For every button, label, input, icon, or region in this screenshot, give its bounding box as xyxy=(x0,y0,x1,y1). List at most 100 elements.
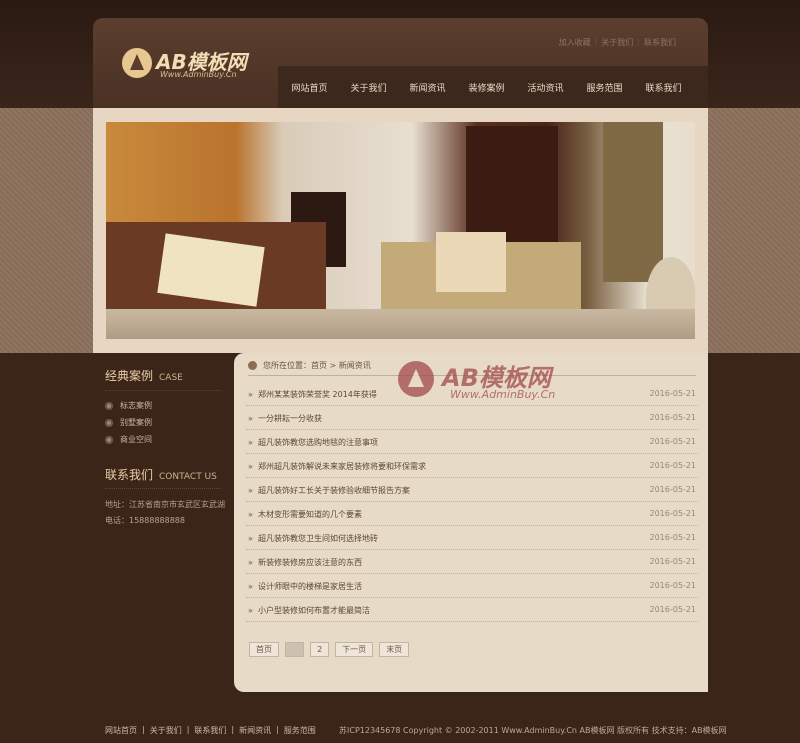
news-title[interactable]: 超凡装饰教您卫生间如何选择地砖 xyxy=(258,533,378,544)
news-title[interactable]: 郑州超凡装饰解说未来家居装修将要和环保需求 xyxy=(258,461,426,472)
first-page-button[interactable]: 首页 xyxy=(249,642,279,657)
breadcrumb-text: 您所在位置：首页 > 新闻资讯 xyxy=(263,361,371,370)
last-page-button[interactable]: 末页 xyxy=(379,642,410,657)
news-date: 2016-05-21 xyxy=(649,605,697,614)
header: AB模板网 Www.AdminBuy.Cn 加入收藏 | 关于我们 | 联系我们… xyxy=(93,18,708,108)
top-links: 加入收藏 | 关于我们 | 联系我们 xyxy=(559,37,676,48)
logo-mark-icon xyxy=(122,48,152,78)
list-item[interactable]: » 新装修装修房应该注意的东西 2016-05-21 xyxy=(246,550,698,574)
toplink-contact[interactable]: 联系我们 xyxy=(644,37,676,48)
nav-services[interactable]: 服务范围 xyxy=(575,81,634,94)
list-item[interactable]: » 超凡装饰教您卫生间如何选择地砖 2016-05-21 xyxy=(246,526,698,550)
watermark: AB模板网 Www.AdminBuy.Cn xyxy=(398,346,598,416)
location-icon xyxy=(248,361,257,370)
news-date: 2016-05-21 xyxy=(649,557,697,566)
nav-about[interactable]: 关于我们 xyxy=(339,81,398,94)
list-item[interactable]: » 设计师眼中的楼梯是家居生活 2016-05-21 xyxy=(246,574,698,598)
news-title[interactable]: 超凡装饰好工长关于装修验收细节报告方案 xyxy=(258,485,410,496)
case-label: 标志案例 xyxy=(120,401,152,410)
case-item[interactable]: 别墅案例 xyxy=(105,417,152,428)
watermark-subtitle: Www.AdminBuy.Cn xyxy=(450,388,556,401)
bullet-icon xyxy=(105,435,113,444)
list-item[interactable]: » 郑州超凡装饰解说未来家居装修将要和环保需求 2016-05-21 xyxy=(246,454,698,478)
logo[interactable]: AB模板网 Www.AdminBuy.Cn xyxy=(122,46,252,86)
news-date: 2016-05-21 xyxy=(649,581,697,590)
news-date: 2016-05-21 xyxy=(649,461,697,470)
footer-link-news[interactable]: 新闻资讯 xyxy=(239,725,271,736)
photo-curtain xyxy=(603,122,663,282)
list-item[interactable]: » 小户型装修如何布置才能最简洁 2016-05-21 xyxy=(246,598,698,622)
news-date: 2016-05-21 xyxy=(649,485,697,494)
watermark-logo-icon xyxy=(398,361,434,397)
nav-home[interactable]: 网站首页 xyxy=(280,81,339,94)
list-item[interactable]: » 超凡装饰教您选购地毯的注意事项 2016-05-21 xyxy=(246,430,698,454)
photo-cushion-right xyxy=(436,232,506,292)
news-title[interactable]: 郑州某某装饰荣誉奖 2014年获得 xyxy=(258,389,377,400)
bullet-icon xyxy=(105,401,113,410)
double-chevron-icon: » xyxy=(248,462,253,471)
contact-heading: 联系我们 CONTACT US xyxy=(105,466,217,483)
double-chevron-icon: » xyxy=(248,486,253,495)
banner xyxy=(93,108,708,353)
footer-separator: | xyxy=(231,725,235,734)
double-chevron-icon: » xyxy=(248,534,253,543)
footer-links: 网站首页 | 关于我们 | 联系我们 | 新闻资讯 | 服务范围 xyxy=(105,725,316,736)
photo-door xyxy=(466,126,558,246)
double-chevron-icon: » xyxy=(248,606,253,615)
main-nav: 网站首页 关于我们 新闻资讯 装修案例 活动资讯 服务范围 联系我们 xyxy=(278,66,708,108)
case-item[interactable]: 标志案例 xyxy=(105,400,152,411)
news-title[interactable]: 新装修装修房应该注意的东西 xyxy=(258,557,362,568)
footer-link-contact[interactable]: 联系我们 xyxy=(194,725,226,736)
footer-link-services[interactable]: 服务范围 xyxy=(284,725,316,736)
divider xyxy=(105,488,221,489)
news-title[interactable]: 一分耕耘一分收获 xyxy=(258,413,322,424)
toplink-favorite[interactable]: 加入收藏 xyxy=(559,37,591,48)
nav-contact[interactable]: 联系我们 xyxy=(634,81,693,94)
nav-news[interactable]: 新闻资讯 xyxy=(398,81,457,94)
logo-subtitle: Www.AdminBuy.Cn xyxy=(160,70,237,79)
footer-link-about[interactable]: 关于我们 xyxy=(150,725,182,736)
double-chevron-icon: » xyxy=(248,510,253,519)
double-chevron-icon: » xyxy=(248,390,253,399)
footer-separator: | xyxy=(276,725,279,734)
page-2-button[interactable]: 2 xyxy=(310,642,330,657)
news-date: 2016-05-21 xyxy=(649,437,697,446)
toplink-separator: | xyxy=(637,37,640,46)
divider xyxy=(105,390,221,391)
cases-heading-cn: 经典案例 xyxy=(105,369,154,383)
photo-floor xyxy=(106,309,695,339)
page-1-button[interactable]: 1 xyxy=(285,642,305,657)
footer-separator: | xyxy=(142,725,145,734)
news-date: 2016-05-21 xyxy=(649,509,697,518)
double-chevron-icon: » xyxy=(248,414,253,423)
double-chevron-icon: » xyxy=(248,438,253,447)
banner-photo xyxy=(106,122,695,339)
toplink-about[interactable]: 关于我们 xyxy=(601,37,633,48)
news-title[interactable]: 小户型装修如何布置才能最简洁 xyxy=(258,605,370,616)
news-title[interactable]: 设计师眼中的楼梯是家居生活 xyxy=(258,581,362,592)
cases-heading-en: CASE xyxy=(159,373,183,383)
list-item[interactable]: » 木材变形需要知道的几个要素 2016-05-21 xyxy=(246,502,698,526)
case-label: 商业空间 xyxy=(120,435,152,444)
case-label: 别墅案例 xyxy=(120,418,152,427)
nav-events[interactable]: 活动资讯 xyxy=(516,81,575,94)
news-date: 2016-05-21 xyxy=(649,389,697,398)
news-date: 2016-05-21 xyxy=(649,413,697,422)
pagination: 首页 1 2 下一页 末页 xyxy=(249,642,410,657)
footer-copyright: 苏ICP12345678 Copyright © 2002-2011 Www.A… xyxy=(339,726,727,735)
toplink-separator: | xyxy=(594,37,598,46)
news-title[interactable]: 超凡装饰教您选购地毯的注意事项 xyxy=(258,437,378,448)
news-title[interactable]: 木材变形需要知道的几个要素 xyxy=(258,509,362,520)
footer-separator: | xyxy=(186,725,190,734)
case-item[interactable]: 商业空间 xyxy=(105,434,152,445)
nav-cases[interactable]: 装修案例 xyxy=(457,81,516,94)
footer-link-home[interactable]: 网站首页 xyxy=(105,725,137,736)
cases-heading: 经典案例 CASE xyxy=(105,367,183,384)
page-container: AB模板网 Www.AdminBuy.Cn 加入收藏 | 关于我们 | 联系我们… xyxy=(93,18,727,743)
contact-address: 地址：江苏省南京市玄武区玄武湖 xyxy=(105,500,225,509)
list-item[interactable]: » 超凡装饰好工长关于装修验收细节报告方案 2016-05-21 xyxy=(246,478,698,502)
contact-heading-cn: 联系我们 xyxy=(105,468,154,482)
next-page-button[interactable]: 下一页 xyxy=(335,642,374,657)
double-chevron-icon: » xyxy=(248,582,253,591)
bullet-icon xyxy=(105,418,113,427)
